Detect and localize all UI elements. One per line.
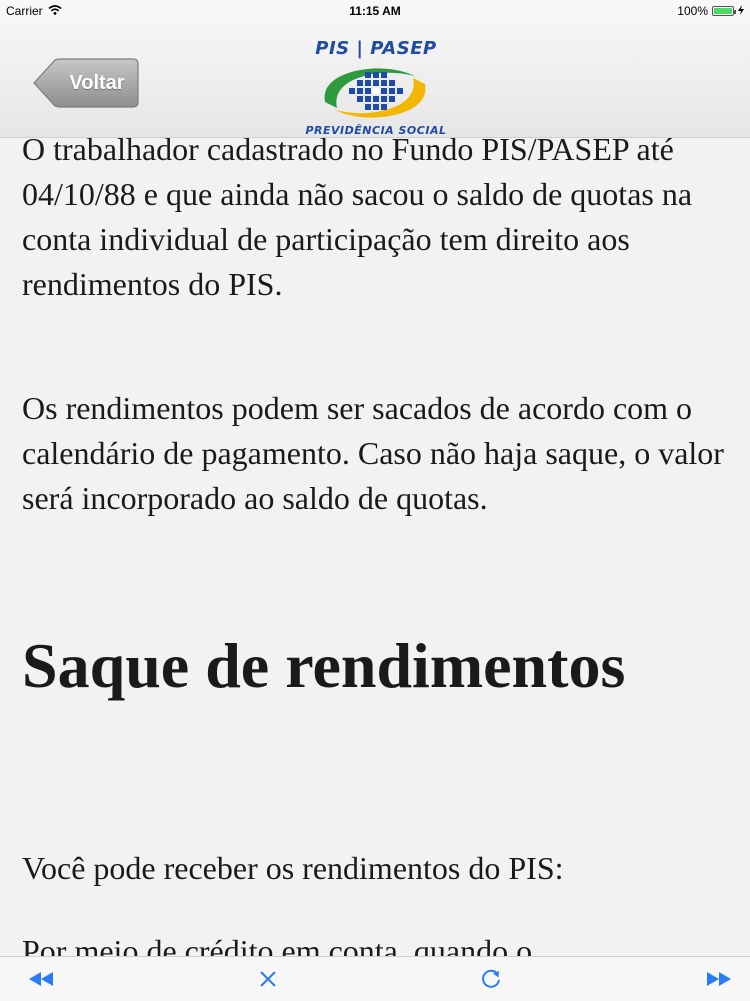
close-icon[interactable] xyxy=(253,965,283,993)
article-content[interactable]: O trabalhador cadastrado no Fundo PIS/PA… xyxy=(0,121,750,956)
paragraph-eligibility: O trabalhador cadastrado no Fundo PIS/PA… xyxy=(22,131,693,302)
status-bar: Carrier 11:15 AM 100% xyxy=(0,0,750,22)
paragraph-receive-intro: Você pode receber os rendimentos do PIS: xyxy=(22,850,564,886)
battery-icon xyxy=(712,6,736,16)
bottom-toolbar xyxy=(0,956,750,1001)
refresh-icon[interactable] xyxy=(476,965,506,993)
logo-emblem xyxy=(324,68,426,118)
status-time: 11:15 AM xyxy=(349,4,401,18)
paragraph-credit-account: Por meio de crédito em conta, quando o xyxy=(22,933,533,956)
status-right: 100% xyxy=(677,4,744,18)
logo-title: PIS | PASEP xyxy=(315,38,437,59)
section-heading: Saque de rendimentos xyxy=(22,630,626,701)
fast-forward-icon[interactable] xyxy=(704,965,734,993)
logo-subtitle: PREVIDÊNCIA SOCIAL xyxy=(305,124,447,137)
app-header: Voltar PIS | PASEP PREVIDÊNCIA SOCIAL xyxy=(0,22,750,138)
battery-percent: 100% xyxy=(677,4,708,18)
charging-icon xyxy=(738,4,744,18)
back-button[interactable]: Voltar xyxy=(33,58,139,108)
pis-pasep-logo: PIS | PASEP PREVIDÊNCIA SOCIAL xyxy=(283,38,469,138)
back-button-label: Voltar xyxy=(69,72,125,94)
rewind-icon[interactable] xyxy=(26,965,56,993)
paragraph-withdrawal-schedule: Os rendimentos podem ser sacados de acor… xyxy=(22,390,724,516)
